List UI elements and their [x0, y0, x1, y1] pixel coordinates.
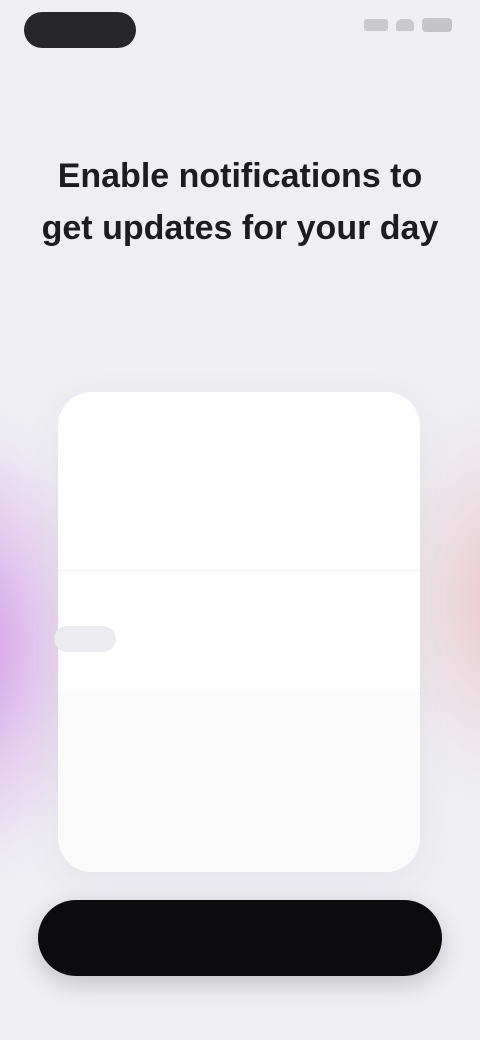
step-label-text	[230, 85, 250, 89]
status-time	[24, 12, 136, 48]
onboarding-screen: Enable notifications to get updates for …	[0, 0, 480, 1040]
wifi-icon	[396, 19, 414, 31]
battery-icon	[422, 18, 452, 32]
pointer-chip	[54, 626, 116, 652]
step-label	[0, 76, 480, 92]
page-title: Enable notifications to get updates for …	[41, 157, 439, 247]
card-options-area	[58, 692, 420, 872]
signal-icon	[364, 19, 388, 31]
card-divider	[58, 570, 420, 571]
status-bar	[0, 0, 480, 64]
status-icons	[364, 18, 452, 32]
continue-button[interactable]	[38, 900, 442, 976]
